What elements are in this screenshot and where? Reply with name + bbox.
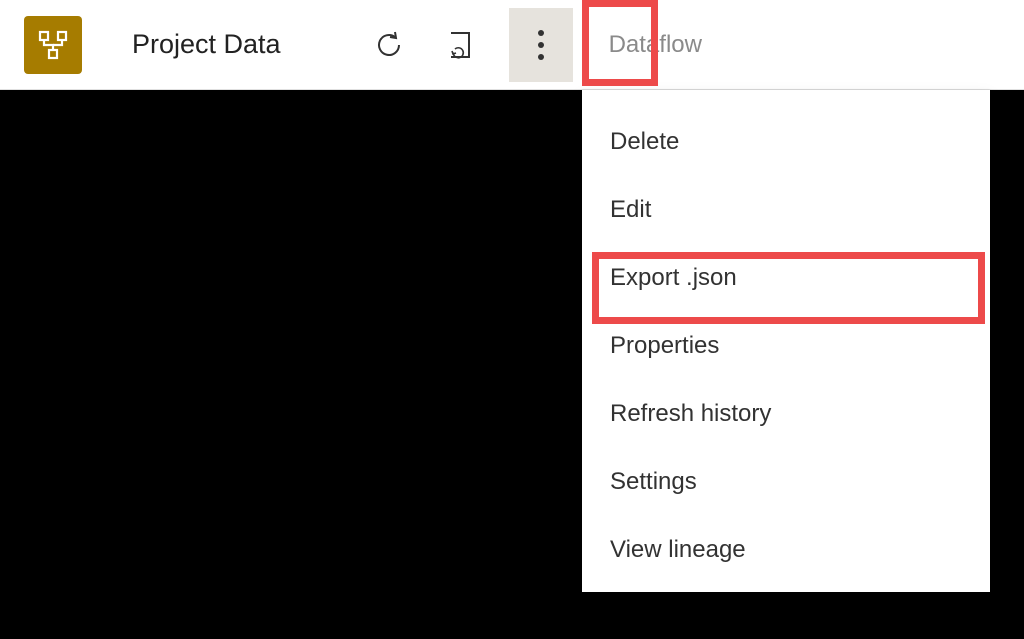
refresh-button[interactable]: [369, 25, 409, 65]
menu-item-refresh-history[interactable]: Refresh history: [582, 380, 990, 448]
menu-item-settings[interactable]: Settings: [582, 448, 990, 516]
header-bar: Project Data Dataflow: [0, 0, 1024, 90]
dataflow-type-icon: [24, 16, 82, 74]
menu-item-edit[interactable]: Edit: [582, 176, 990, 244]
more-options-button[interactable]: [509, 8, 573, 82]
page-title: Project Data: [132, 29, 281, 60]
menu-item-view-lineage[interactable]: View lineage: [582, 516, 990, 584]
item-type-label: Dataflow: [609, 31, 702, 59]
more-vertical-icon: [537, 27, 545, 63]
schedule-refresh-button[interactable]: [439, 25, 479, 65]
menu-item-delete[interactable]: Delete: [582, 108, 990, 176]
action-icon-group: [369, 25, 479, 65]
schedule-refresh-icon: [443, 29, 475, 61]
menu-item-export-json[interactable]: Export .json: [582, 244, 990, 312]
dataflow-icon: [37, 29, 69, 61]
refresh-icon: [373, 29, 405, 61]
more-button-wrapper: [509, 8, 573, 82]
menu-item-properties[interactable]: Properties: [582, 312, 990, 380]
context-menu: Delete Edit Export .json Properties Refr…: [582, 90, 990, 592]
